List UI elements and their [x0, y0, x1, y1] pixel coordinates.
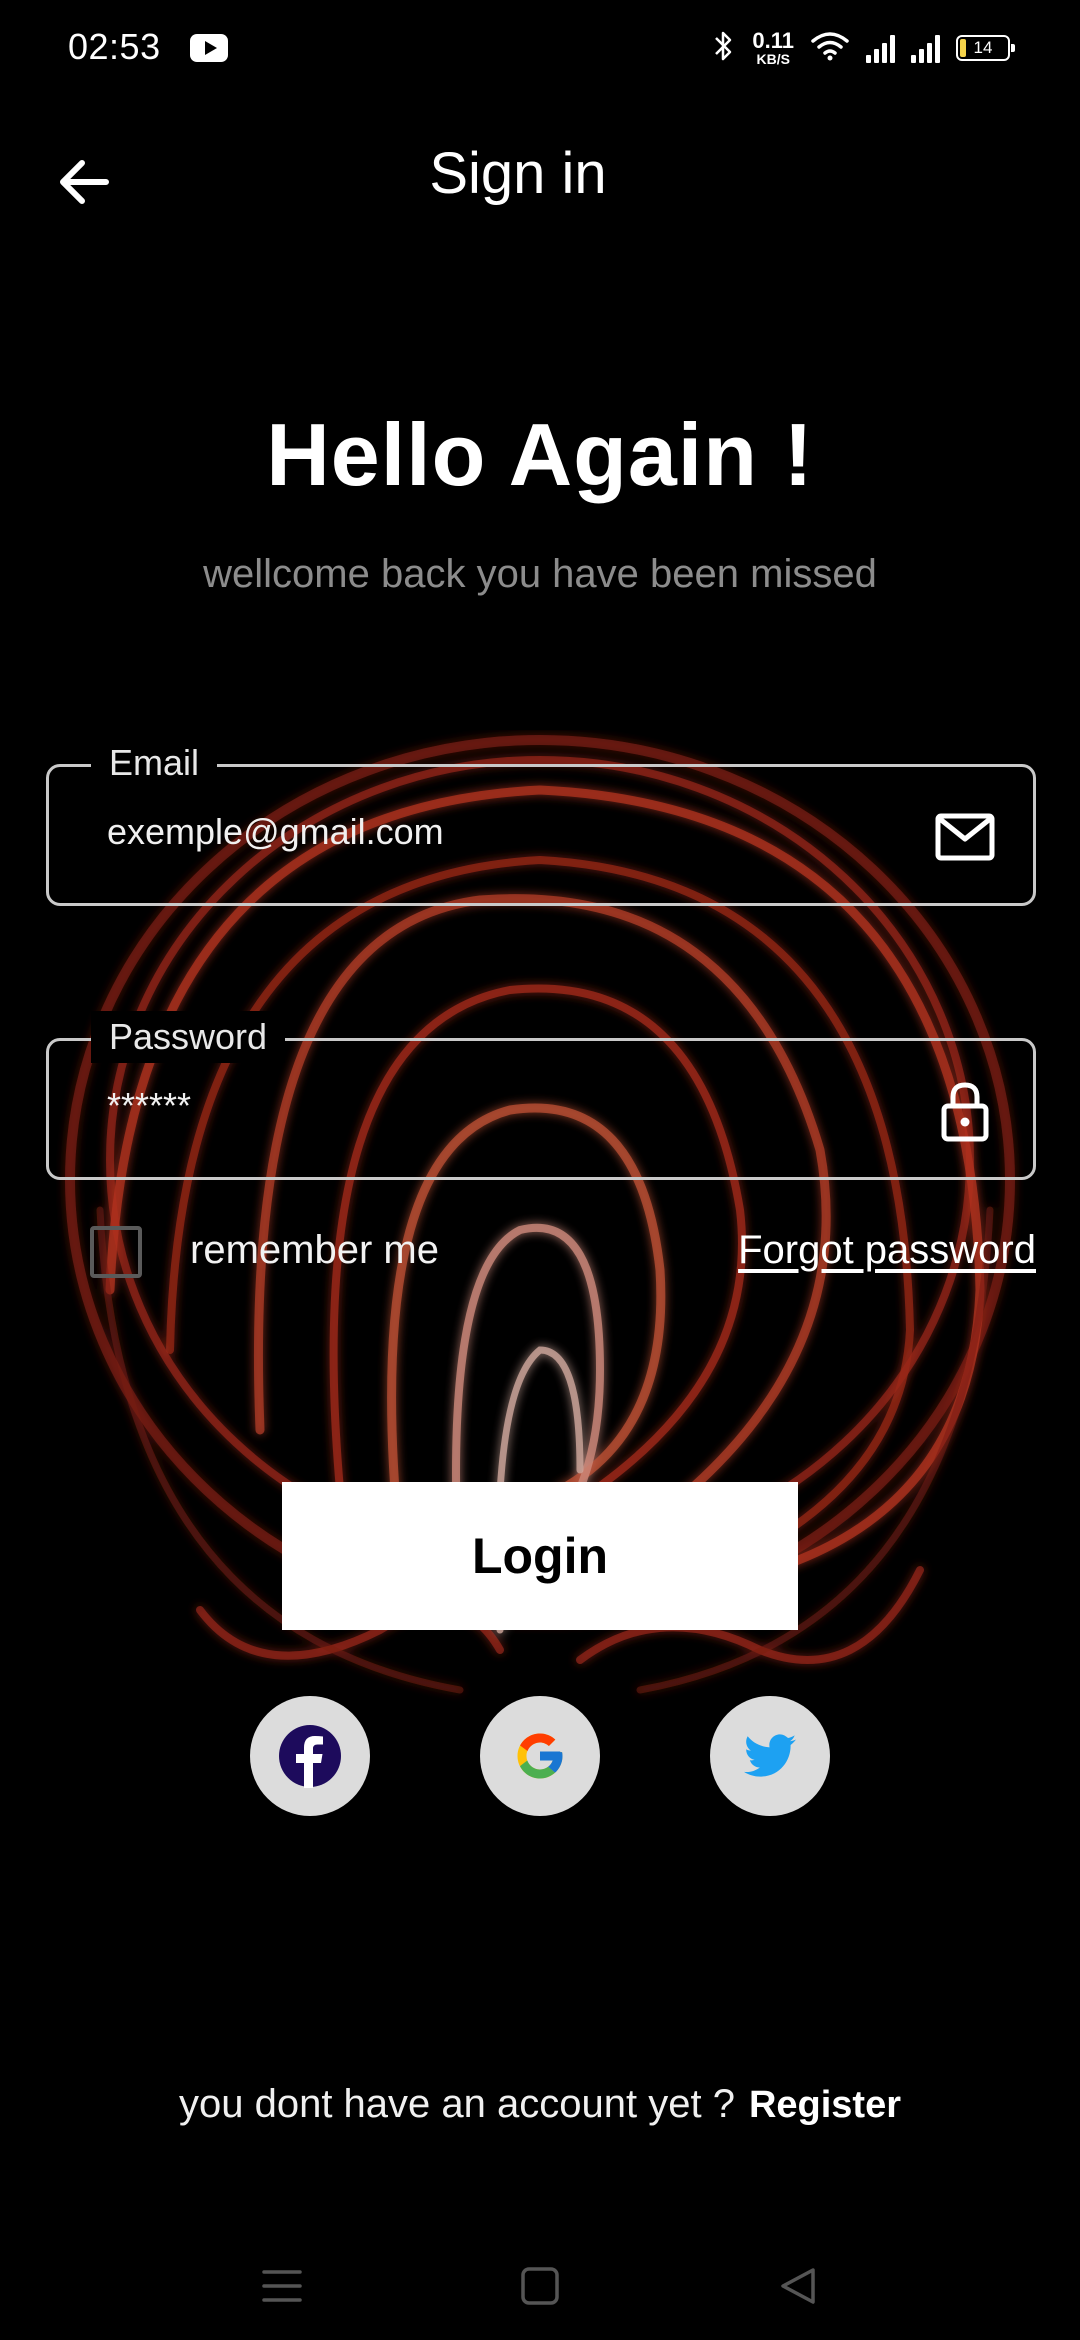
- wifi-icon: [810, 30, 850, 67]
- email-field[interactable]: Email: [46, 737, 1036, 906]
- network-speed-unit: KB/S: [756, 51, 790, 67]
- page-title: Sign in: [429, 141, 607, 206]
- password-field[interactable]: Password: [46, 1011, 1036, 1180]
- status-time: 02:53: [68, 26, 161, 67]
- password-label: Password: [91, 1011, 286, 1063]
- status-icons: 0.11 KB/S 14: [712, 24, 1015, 72]
- register-link[interactable]: Register: [749, 2084, 901, 2126]
- bluetooth-icon: [712, 29, 736, 68]
- email-label: Email: [91, 737, 218, 789]
- triangle-back-icon: [781, 2268, 815, 2304]
- register-prompt: you dont have an account yet ?: [178, 2082, 735, 2126]
- facebook-login-button[interactable]: [250, 1696, 370, 1816]
- forgot-password-link[interactable]: Forgot password: [738, 1228, 1036, 1273]
- system-nav-bar: [0, 2240, 1080, 2340]
- facebook-icon: [279, 1725, 341, 1788]
- login-button[interactable]: Login: [282, 1482, 798, 1630]
- youtube-icon: [190, 34, 228, 62]
- twitter-login-button[interactable]: [710, 1696, 830, 1816]
- lock-icon: [935, 1079, 995, 1142]
- menu-icon: [262, 2270, 302, 2302]
- signal-icon: [866, 33, 895, 63]
- nav-back-button[interactable]: [768, 2256, 828, 2316]
- mail-icon: [935, 809, 995, 865]
- nav-home-button[interactable]: [510, 2256, 570, 2316]
- nav-recents-button[interactable]: [252, 2256, 312, 2316]
- home-square-icon: [521, 2267, 559, 2305]
- remember-checkbox[interactable]: [90, 1226, 142, 1278]
- network-speed: 0.11 KB/S: [752, 28, 794, 67]
- network-speed-value: 0.11: [752, 28, 794, 53]
- status-bar: 02:53 0.11 KB/S 14: [0, 0, 1080, 96]
- google-login-button[interactable]: [480, 1696, 600, 1816]
- battery-level: 14: [973, 38, 993, 57]
- google-icon: [517, 1733, 563, 1779]
- password-input[interactable]: [107, 1085, 887, 1127]
- remember-label: remember me: [190, 1228, 439, 1272]
- battery-icon: 14: [956, 35, 1015, 61]
- register-row: you dont have an account yet ? Register: [0, 2082, 1080, 2127]
- email-input[interactable]: [107, 811, 887, 853]
- greeting-title: Hello Again !: [266, 405, 814, 504]
- greeting-subtitle: wellcome back you have been missed: [203, 552, 877, 596]
- twitter-icon: [744, 1734, 796, 1777]
- signal-icon: [911, 33, 940, 63]
